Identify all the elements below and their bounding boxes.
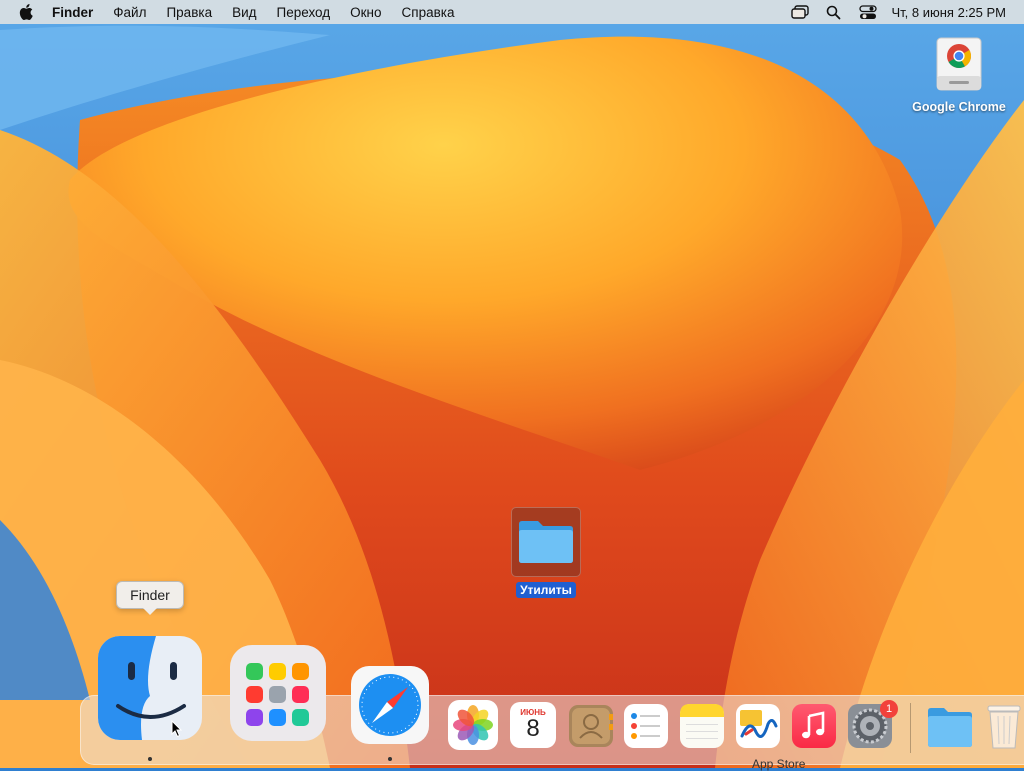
safari-icon (351, 666, 429, 744)
menu-help[interactable]: Справка (402, 5, 455, 20)
dock-item-notes[interactable] (680, 704, 724, 748)
desktop-item-label: Google Chrome (912, 100, 1006, 114)
menu-edit[interactable]: Правка (166, 5, 212, 20)
contacts-icon (569, 705, 613, 747)
dock-item-system-settings[interactable]: 1 (848, 700, 898, 748)
dock-item-freeform[interactable] (736, 704, 780, 748)
dock-item-contacts[interactable] (568, 704, 614, 748)
folder-icon (928, 708, 972, 747)
photos-icon (448, 700, 498, 750)
disk-image-icon (929, 34, 989, 94)
reminders-icon (624, 704, 668, 748)
menu-view[interactable]: Вид (232, 5, 256, 20)
dock-item-photos[interactable] (448, 700, 498, 750)
folder-icon (511, 507, 581, 577)
freeform-icon (736, 704, 780, 748)
menu-app-finder[interactable]: Finder (52, 5, 93, 20)
music-icon (792, 704, 836, 748)
menu-window[interactable]: Окно (350, 5, 381, 20)
notification-badge: 1 (880, 700, 898, 718)
menu-file[interactable]: Файл (113, 5, 146, 20)
dock-separator (910, 703, 911, 753)
dock-tooltip: Finder (116, 581, 184, 615)
desktop-item-utilities-folder[interactable]: Утилиты (506, 507, 586, 599)
dock-item-safari[interactable] (350, 665, 430, 745)
running-indicator (388, 757, 392, 761)
menu-go[interactable]: Переход (277, 5, 331, 20)
screen-mirroring-icon[interactable] (790, 2, 810, 22)
dock-item-reminders[interactable] (624, 704, 668, 748)
mouse-cursor-icon (171, 720, 183, 738)
trash-icon (987, 705, 1021, 749)
dock-item-launchpad[interactable] (228, 643, 328, 743)
notes-icon (680, 704, 724, 748)
dock-item-downloads-folder[interactable] (926, 706, 974, 748)
running-indicator (148, 757, 152, 761)
calendar-day: 8 (526, 715, 540, 742)
finder-icon (98, 636, 202, 740)
launchpad-icon (230, 645, 326, 741)
dock-item-music[interactable] (792, 704, 836, 748)
desktop-item-label: Утилиты (516, 582, 576, 598)
dock-item-calendar[interactable]: ИЮНЬ 8 (510, 702, 556, 748)
menu-clock[interactable]: Чт, 8 июня 2:25 PM (892, 5, 1007, 20)
menu-bar: Finder Файл Правка Вид Переход Окно Спра… (0, 0, 1024, 24)
dock-caption-partial: App Store (752, 757, 806, 771)
spotlight-search-icon[interactable] (824, 2, 844, 22)
dock-item-trash[interactable] (984, 704, 1024, 750)
dock-item-finder[interactable] (98, 636, 202, 740)
control-center-icon[interactable] (858, 2, 878, 22)
apple-menu-icon[interactable] (18, 3, 36, 21)
desktop-item-google-chrome[interactable]: Google Chrome (905, 34, 1013, 116)
